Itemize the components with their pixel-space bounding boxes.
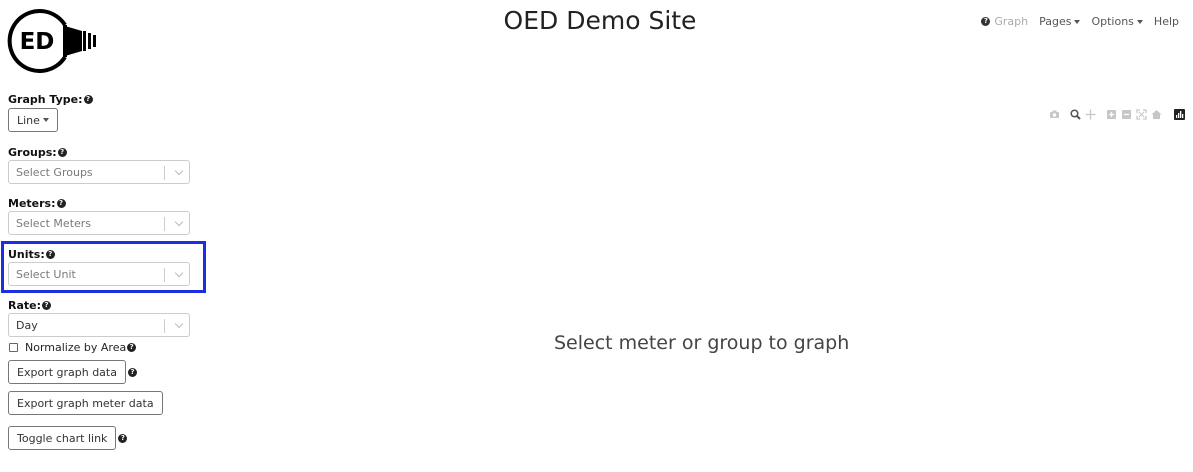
toggle-link-row: Toggle chart link ? <box>8 426 194 450</box>
rate-select[interactable]: Day <box>8 313 190 337</box>
groups-label-row: Groups: ? <box>8 145 194 159</box>
units-highlight-box <box>1 241 206 293</box>
groups-select[interactable]: Select Groups <box>8 160 190 184</box>
question-circle-icon: ? <box>981 17 991 26</box>
nav-graph-label: Graph <box>994 15 1029 28</box>
nav-pages-dropdown[interactable]: Pages <box>1039 15 1081 28</box>
help-icon[interactable]: ? <box>83 94 93 104</box>
groups-placeholder: Select Groups <box>16 166 93 179</box>
meters-label: Meters: <box>8 196 56 210</box>
graph-type-dropdown[interactable]: Line <box>8 108 58 132</box>
graph-type-label-row: Graph Type: ? <box>8 92 194 106</box>
nav-help[interactable]: Help <box>1154 15 1179 28</box>
rate-value: Day <box>16 319 38 332</box>
reset-axes-icon[interactable] <box>1151 109 1162 120</box>
export-graph-meter-data-button[interactable]: Export graph meter data <box>8 391 163 415</box>
chevron-down-icon[interactable] <box>174 166 184 176</box>
nav-options-dropdown[interactable]: Options <box>1091 15 1143 28</box>
rate-label-row: Rate: ? <box>8 298 194 312</box>
help-icon[interactable]: ? <box>127 342 137 352</box>
meters-label-row: Meters: ? <box>8 196 194 210</box>
chart-modebar <box>1049 109 1185 120</box>
select-separator <box>164 217 165 231</box>
help-icon[interactable]: ? <box>118 433 128 443</box>
toggle-chart-link-button[interactable]: Toggle chart link <box>8 426 117 450</box>
zoom-icon[interactable] <box>1070 109 1081 120</box>
normalize-checkbox[interactable] <box>9 342 18 352</box>
nav-options-label: Options <box>1091 15 1134 28</box>
help-icon[interactable]: ? <box>56 198 66 208</box>
help-icon[interactable]: ? <box>42 300 52 310</box>
export-graph-data-button[interactable]: Export graph data <box>8 360 126 384</box>
pan-icon[interactable] <box>1085 109 1096 120</box>
top-nav: ? Graph Pages Options Help <box>980 15 1179 28</box>
caret-down-icon <box>42 118 49 122</box>
select-separator <box>164 166 165 180</box>
select-separator <box>164 319 165 333</box>
empty-graph-message: Select meter or group to graph <box>554 332 850 354</box>
graph-type-label: Graph Type: <box>8 92 83 106</box>
caret-down-icon <box>1136 19 1143 24</box>
rate-label: Rate: <box>8 298 42 312</box>
export-graph-row: Export graph data ? <box>8 360 194 384</box>
help-icon[interactable]: ? <box>127 367 137 377</box>
chevron-down-icon[interactable] <box>174 319 184 329</box>
meters-placeholder: Select Meters <box>16 217 92 230</box>
camera-icon[interactable] <box>1049 109 1060 120</box>
zoom-in-icon[interactable] <box>1106 109 1117 120</box>
plotly-logo-icon[interactable] <box>1174 109 1185 120</box>
zoom-out-icon[interactable] <box>1121 109 1132 120</box>
normalize-label: Normalize by Area <box>25 340 127 354</box>
help-icon[interactable]: ? <box>57 147 67 157</box>
graph-type-value: Line <box>17 113 40 127</box>
nav-pages-label: Pages <box>1039 15 1072 28</box>
caret-down-icon <box>1074 19 1081 24</box>
nav-graph[interactable]: ? Graph <box>980 15 1028 28</box>
meters-select[interactable]: Select Meters <box>8 211 190 235</box>
export-meter-row: Export graph meter data <box>8 391 194 415</box>
autoscale-icon[interactable] <box>1136 109 1147 120</box>
groups-label: Groups: <box>8 145 57 159</box>
normalize-row: Normalize by Area ? <box>8 340 194 354</box>
chevron-down-icon[interactable] <box>174 217 184 227</box>
nav-help-label: Help <box>1153 15 1179 28</box>
